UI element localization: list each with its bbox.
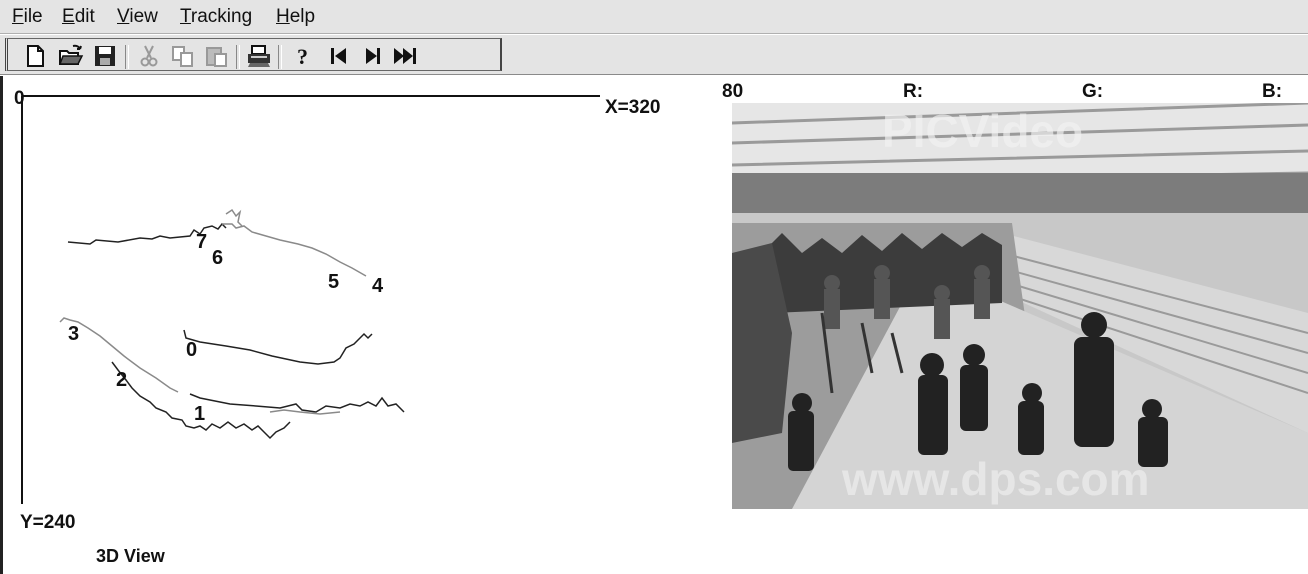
menu-view[interactable]: View bbox=[117, 6, 158, 28]
b-label: B: bbox=[1262, 81, 1283, 102]
track-label-0: 0 bbox=[186, 339, 197, 361]
help-icon[interactable]: ? bbox=[290, 43, 316, 69]
fast-forward-icon[interactable] bbox=[392, 43, 418, 69]
save-icon[interactable] bbox=[92, 43, 118, 69]
track-label-5: 5 bbox=[328, 271, 339, 293]
menu-file[interactable]: File bbox=[12, 6, 43, 28]
track-label-6: 6 bbox=[212, 247, 223, 269]
paste-icon[interactable] bbox=[204, 43, 230, 69]
trajectory-0 bbox=[183, 329, 373, 365]
g-label: G: bbox=[1082, 81, 1104, 102]
watermark-bottom: www.dps.com bbox=[841, 453, 1150, 505]
toolbar-separator bbox=[125, 45, 129, 69]
track-label-2: 2 bbox=[116, 369, 127, 391]
track-label-4: 4 bbox=[372, 275, 384, 297]
menu-edit[interactable]: Edit bbox=[62, 6, 95, 28]
watermark-top: PICVideo bbox=[882, 105, 1083, 157]
toolbar-frame: ? bbox=[5, 38, 502, 71]
trajectory-1 bbox=[189, 393, 405, 413]
cut-icon[interactable] bbox=[136, 43, 162, 69]
origin-label: 0 bbox=[14, 88, 25, 109]
open-folder-icon[interactable] bbox=[58, 43, 84, 69]
r-label: R: bbox=[903, 81, 924, 102]
trajectory-top-light bbox=[222, 223, 367, 277]
skip-back-icon[interactable] bbox=[326, 43, 352, 69]
copy-icon[interactable] bbox=[170, 43, 196, 69]
tracking-plot: 7 6 5 4 3 0 2 1 bbox=[21, 95, 600, 504]
new-file-icon[interactable] bbox=[22, 43, 48, 69]
x-axis-label: X=320 bbox=[605, 97, 661, 118]
menu-bar: File Edit View Tracking Help bbox=[0, 0, 1308, 34]
track-label-7: 7 bbox=[196, 231, 207, 253]
step-forward-icon[interactable] bbox=[360, 43, 386, 69]
toolbar-separator bbox=[278, 45, 282, 69]
video-frame: PICVideo www.dps.com bbox=[732, 103, 1308, 509]
video-frame-image: PICVideo www.dps.com bbox=[732, 103, 1308, 509]
toolbar: ? bbox=[0, 35, 1308, 75]
track-label-1: 1 bbox=[194, 403, 205, 425]
svg-text:?: ? bbox=[297, 44, 308, 69]
toolbar-separator bbox=[236, 45, 240, 69]
panel-title: 3D View bbox=[96, 546, 165, 566]
print-icon[interactable] bbox=[246, 43, 272, 69]
menu-tracking[interactable]: Tracking bbox=[180, 6, 252, 28]
menu-help[interactable]: Help bbox=[276, 6, 315, 28]
y-axis-label: Y=240 bbox=[20, 512, 76, 533]
track-label-3: 3 bbox=[68, 323, 79, 345]
trajectory-2 bbox=[111, 361, 291, 440]
frame-number: 80 bbox=[722, 81, 744, 102]
